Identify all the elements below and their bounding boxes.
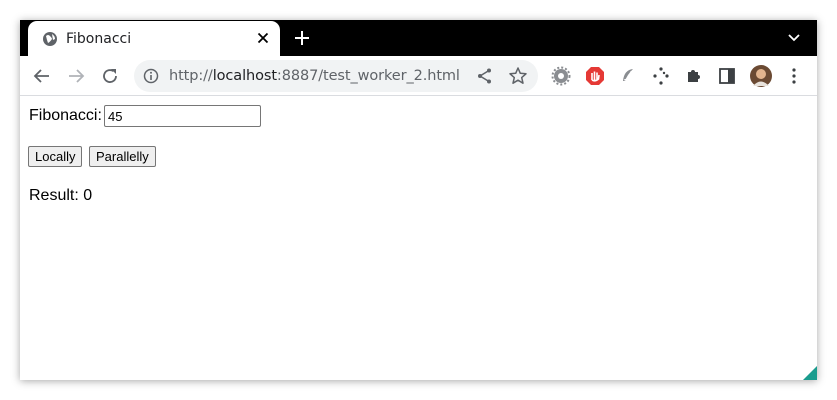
- chevron-down-icon[interactable]: [788, 33, 800, 43]
- avatar[interactable]: [750, 65, 772, 87]
- globe-icon: [43, 32, 57, 46]
- fibonacci-input[interactable]: [104, 105, 261, 127]
- url-host: localhost: [212, 68, 277, 84]
- share-icon[interactable]: [476, 67, 494, 85]
- url-text[interactable]: http://localhost:8887/test_worker_2.html: [169, 68, 460, 84]
- forward-icon[interactable]: [66, 66, 86, 86]
- tab-title: Fibonacci: [66, 31, 132, 47]
- info-icon[interactable]: [143, 68, 159, 84]
- resize-corner: [803, 366, 817, 380]
- stop-extension-icon[interactable]: [585, 66, 605, 86]
- gear-extension-icon[interactable]: [551, 66, 571, 86]
- star-icon[interactable]: [508, 66, 528, 86]
- browser-window: Fibonacci http://localhost:8887/test_wor…: [20, 20, 817, 380]
- result-label: Result:: [29, 187, 79, 204]
- reload-icon[interactable]: [100, 66, 120, 86]
- parallelly-button[interactable]: Parallelly: [89, 146, 156, 167]
- back-icon[interactable]: [32, 66, 52, 86]
- sidepanel-icon[interactable]: [717, 66, 737, 86]
- address-bar[interactable]: http://localhost:8887/test_worker_2.html: [134, 60, 538, 92]
- tab-fibonacci[interactable]: Fibonacci: [28, 21, 280, 56]
- tab-strip: Fibonacci: [20, 20, 817, 56]
- feather-extension-icon[interactable]: [618, 66, 638, 86]
- dots-extension-icon[interactable]: [651, 66, 671, 86]
- menu-icon[interactable]: [784, 66, 804, 86]
- browser-toolbar: http://localhost:8887/test_worker_2.html: [20, 56, 817, 96]
- new-tab-icon[interactable]: [294, 30, 310, 46]
- fibonacci-label: Fibonacci:: [29, 107, 102, 124]
- result-text: Result: 0: [29, 187, 92, 205]
- url-path: :8887/test_worker_2.html: [276, 68, 460, 84]
- close-icon[interactable]: [257, 32, 269, 44]
- puzzle-extension-icon[interactable]: [684, 66, 704, 86]
- locally-button[interactable]: Locally: [28, 146, 83, 167]
- result-value: 0: [83, 187, 93, 204]
- page-content: Fibonacci: Locally Parallelly Result: 0: [20, 97, 817, 380]
- url-scheme: http://: [169, 68, 213, 84]
